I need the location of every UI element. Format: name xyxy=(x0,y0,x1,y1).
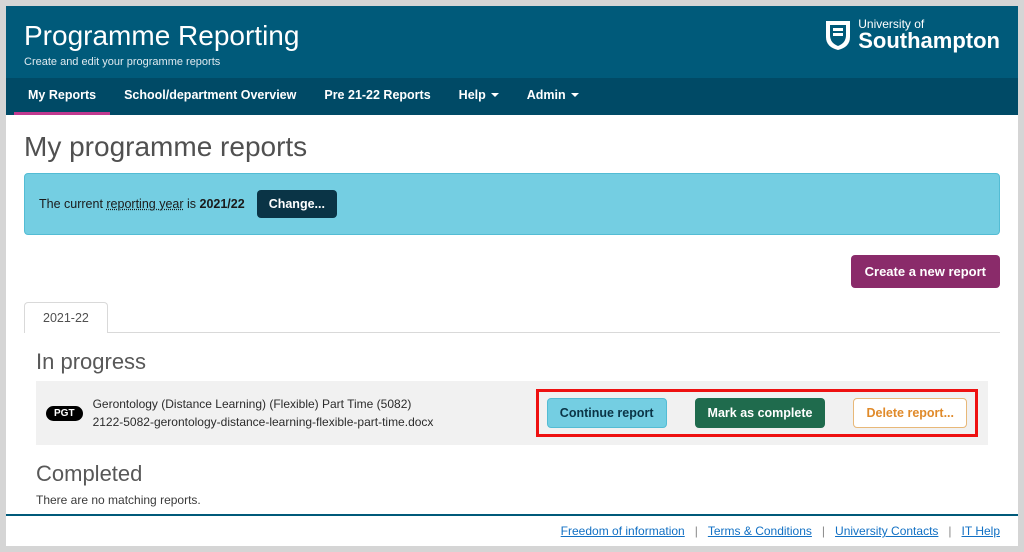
report-row: PGT Gerontology (Distance Learning) (Fle… xyxy=(36,381,988,445)
main-nav: My Reports School/department Overview Pr… xyxy=(6,78,1018,115)
mark-complete-button[interactable]: Mark as complete xyxy=(695,398,826,428)
shield-icon xyxy=(824,19,852,51)
footer-link-contacts[interactable]: University Contacts xyxy=(835,524,938,538)
chevron-down-icon xyxy=(491,93,499,97)
page-title: My programme reports xyxy=(24,131,1000,163)
header: Programme Reporting Create and edit your… xyxy=(6,6,1018,78)
nav-admin[interactable]: Admin xyxy=(513,78,593,115)
report-filename: 2122-5082-gerontology-distance-learning-… xyxy=(93,413,526,431)
university-logo: University of Southampton xyxy=(824,18,1000,52)
app-subtitle: Create and edit your programme reports xyxy=(24,56,1000,68)
content-area: My programme reports The current reporti… xyxy=(6,115,1018,514)
tab-2021-22[interactable]: 2021-22 xyxy=(24,302,108,333)
create-report-button[interactable]: Create a new report xyxy=(851,255,1000,288)
completed-heading: Completed xyxy=(36,461,1000,487)
reporting-year-banner: The current reporting year is 2021/22 Ch… xyxy=(24,173,1000,235)
delete-report-button[interactable]: Delete report... xyxy=(853,398,967,428)
nav-help[interactable]: Help xyxy=(445,78,513,115)
nav-school-overview[interactable]: School/department Overview xyxy=(110,78,310,115)
year-tabs: 2021-22 xyxy=(24,302,1000,333)
level-badge: PGT xyxy=(46,406,83,421)
footer-link-terms[interactable]: Terms & Conditions xyxy=(708,524,812,538)
create-row: Create a new report xyxy=(24,255,1000,288)
nav-pre-2122[interactable]: Pre 21-22 Reports xyxy=(310,78,444,115)
change-year-button[interactable]: Change... xyxy=(257,190,337,218)
report-info: Gerontology (Distance Learning) (Flexibl… xyxy=(93,395,526,431)
nav-my-reports[interactable]: My Reports xyxy=(14,78,110,115)
logo-text: University of Southampton xyxy=(858,18,1000,52)
footer-link-foi[interactable]: Freedom of information xyxy=(561,524,685,538)
actions-highlight: Continue report Mark as complete Delete … xyxy=(536,389,978,437)
completed-empty-text: There are no matching reports. xyxy=(36,493,1000,507)
app-window: Programme Reporting Create and edit your… xyxy=(6,6,1018,546)
in-progress-heading: In progress xyxy=(36,349,1000,375)
report-title: Gerontology (Distance Learning) (Flexibl… xyxy=(93,395,526,413)
continue-report-button[interactable]: Continue report xyxy=(547,398,667,428)
chevron-down-icon xyxy=(571,93,579,97)
footer-link-ithelp[interactable]: IT Help xyxy=(962,524,1000,538)
footer: Freedom of information | Terms & Conditi… xyxy=(6,514,1018,546)
reporting-year-link[interactable]: reporting year xyxy=(106,197,183,211)
